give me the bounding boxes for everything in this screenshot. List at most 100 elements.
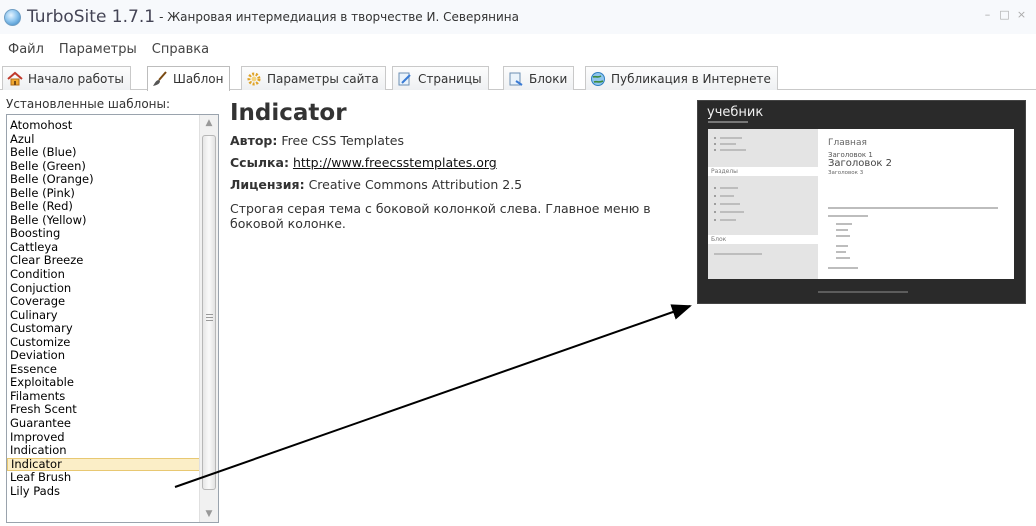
list-item[interactable]: Belle (Pink) [7, 186, 200, 201]
list-item[interactable]: Fresh Scent [7, 403, 200, 417]
preview-menu-line [720, 195, 734, 197]
list-item[interactable]: Conjuction [7, 281, 200, 296]
list-item[interactable]: Coverage [7, 295, 200, 309]
preview-heading-main: Главная [828, 138, 867, 148]
tab-publish[interactable]: Публикация в Интернете [585, 66, 778, 90]
template-name: Indicator [230, 100, 347, 126]
list-item[interactable]: Azul [7, 132, 200, 147]
preview-menu-line [720, 143, 736, 145]
license-label: Лицензия: [230, 177, 305, 192]
minimize-icon[interactable]: – [981, 9, 994, 21]
preview-bullet [714, 137, 716, 139]
list-item[interactable]: Filaments [7, 389, 200, 404]
menu-parameters[interactable]: Параметры [51, 42, 144, 57]
list-item[interactable]: Customary [7, 322, 200, 336]
templates-list: Atomohost Azul Belle (Blue) Belle (Green) Be… [7, 118, 200, 499]
preview-bullet [714, 211, 716, 213]
preview-bullet [714, 149, 716, 151]
list-item[interactable]: Belle (Yellow) [7, 213, 200, 228]
templates-listbox[interactable]: Atomohost Azul Belle (Blue) Belle (Green) Be… [6, 114, 219, 523]
template-info: Indicator Автор: Free CSS Templates Ссыл… [230, 100, 680, 231]
menu-file[interactable]: Файл [0, 42, 51, 57]
list-item[interactable]: Indication [7, 444, 200, 458]
preview-bullet [714, 195, 716, 197]
list-item[interactable]: Customize [7, 335, 200, 350]
preview-text-line [836, 245, 848, 247]
license-value: Creative Commons Attribution 2.5 [308, 177, 523, 192]
preview-menu-line [720, 187, 738, 189]
preview-heading-3: Заголовок 3 [828, 170, 864, 176]
link-row: Ссылка: http://www.freecsstemplates.org [230, 155, 680, 170]
tab-label: Шаблон [173, 72, 224, 86]
list-item[interactable]: Essence [7, 362, 200, 377]
preview-menu-line [720, 211, 744, 213]
list-item[interactable]: Condition [7, 267, 200, 282]
block-icon [509, 72, 523, 86]
preview-menu-line [720, 203, 740, 205]
scroll-up-icon[interactable]: ▲ [200, 115, 218, 131]
list-item[interactable]: Belle (Green) [7, 159, 200, 174]
tab-label: Параметры сайта [267, 71, 379, 86]
preview-bullet [714, 203, 716, 205]
list-item[interactable]: Clear Breeze [7, 254, 200, 268]
brush-icon [153, 71, 167, 86]
scroll-down-icon[interactable]: ▼ [200, 506, 218, 522]
list-item[interactable]: Belle (Red) [7, 200, 200, 214]
author-label: Автор: [230, 133, 278, 148]
preview-bullet [714, 187, 716, 189]
preview-text-line [828, 207, 998, 209]
list-item[interactable]: Atomohost [7, 118, 200, 133]
menu-bar: Файл Параметры Справка [0, 38, 216, 60]
close-icon[interactable]: × [1015, 9, 1028, 21]
template-description: Строгая серая тема с боковой колонкой сл… [230, 201, 651, 231]
scroll-thumb[interactable] [202, 135, 216, 490]
menu-help[interactable]: Справка [144, 42, 216, 57]
preview-menu-line [720, 137, 742, 139]
tab-label: Публикация в Интернете [611, 71, 771, 86]
list-item[interactable]: Deviation [7, 349, 200, 363]
preview-text-line [836, 257, 850, 259]
tab-template[interactable]: Шаблон [147, 66, 231, 91]
tab-pages[interactable]: Страницы [392, 66, 489, 90]
link-label: Ссылка: [230, 155, 289, 170]
tab-getting-started[interactable]: Начало работы [2, 66, 131, 90]
maximize-icon[interactable]: □ [998, 9, 1011, 21]
list-item[interactable]: Guarantee [7, 416, 200, 431]
home-icon [7, 71, 23, 85]
list-item[interactable]: Improved [7, 430, 200, 445]
template-preview: учебник Разделы Блок Главная Заголовок 1 [697, 100, 1026, 304]
preview-text-line [836, 223, 852, 225]
preview-menu-line [720, 219, 736, 221]
preview-text-line [836, 251, 846, 253]
list-item[interactable]: Boosting [7, 227, 200, 241]
list-item-selected[interactable]: Indicator [7, 457, 200, 472]
app-icon [4, 8, 21, 26]
preview-text-line [836, 235, 850, 237]
arrow-line [174, 304, 692, 488]
preview-sidebar-band: Разделы [708, 167, 828, 176]
preview-brand: учебник [707, 105, 764, 120]
globe-icon [591, 71, 605, 86]
window-controls: – □ × [981, 9, 1028, 21]
author-value: Free CSS Templates [281, 133, 404, 148]
vertical-scrollbar[interactable]: ▲ ▼ [199, 115, 218, 522]
grip-icon [206, 314, 213, 321]
tab-label: Блоки [529, 71, 568, 86]
license-row: Лицензия: Creative Commons Attribution 2… [230, 177, 680, 192]
list-item[interactable]: Belle (Blue) [7, 146, 200, 160]
list-item[interactable]: Culinary [7, 308, 200, 323]
preview-text-line [828, 267, 858, 269]
app-name: TurboSite 1.7.1 [27, 7, 156, 27]
list-item[interactable]: Leaf Brush [7, 471, 200, 485]
tab-site-settings[interactable]: Параметры сайта [241, 66, 386, 90]
list-item[interactable]: Cattleya [7, 240, 200, 255]
preview-text-line [714, 253, 762, 255]
author-row: Автор: Free CSS Templates [230, 133, 680, 148]
tab-blocks[interactable]: Блоки [503, 66, 575, 90]
template-link[interactable]: http://www.freecsstemplates.org [293, 155, 497, 170]
list-item[interactable]: Belle (Orange) [7, 173, 200, 187]
settings-gear-icon [247, 72, 261, 85]
list-item[interactable]: Lily Pads [7, 484, 200, 499]
list-item[interactable]: Exploitable [7, 376, 200, 390]
tab-label: Страницы [418, 71, 482, 86]
